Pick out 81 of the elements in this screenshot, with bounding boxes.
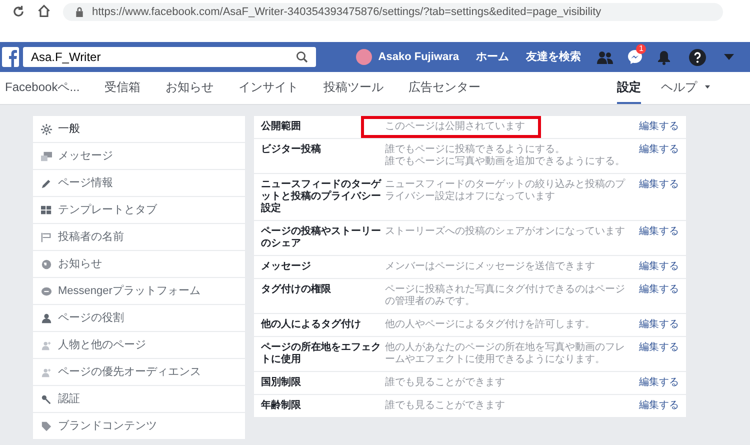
home-icon[interactable] [37,4,51,18]
edit-link[interactable]: 編集する [639,179,679,191]
help-dropdown[interactable]: ヘルプ [661,72,710,104]
edit-link[interactable]: 編集する [639,284,679,296]
edit-link[interactable]: 編集する [639,319,679,331]
setting-description: メンバーはページにメッセージを送信できます [385,261,596,273]
setting-label: ページの所在地をエフェクトに使用 [261,342,382,366]
key-icon [41,394,52,404]
setting-label: タグ付けの権限 [261,284,332,296]
setting-description: 他の人やページによるタグ付けを許可します。 [385,319,596,331]
address-bar[interactable]: https://www.facebook.com/AsaF_Writer-340354393475876/settings/?tab=settings&edited=page_visibility [63,3,723,21]
setting-description: 誰でも見ることができます [385,400,506,412]
bell-icon[interactable] [657,50,671,64]
setting-label: 国別制限 [261,377,302,389]
edit-link[interactable]: 編集する [639,121,679,133]
url-text: https://www.facebook.com/AsaF_Writer-340354393475876/settings/?tab=settings&edited=page_visibility [92,4,602,20]
messenger-icon[interactable] [627,49,643,65]
caret-icon[interactable] [705,85,710,89]
friends-icon[interactable] [597,50,613,64]
chat-bubble-icon [41,286,52,296]
nav-tab[interactable]: お知らせ [166,72,214,104]
setting-label: ニュースフィードのターゲットと投稿のプライバシー設定 [261,179,382,215]
setting-description: 誰でもページに写真や動画を追加できるようにする。 [385,156,626,168]
setting-description: 誰でもページに投稿できるようにする。 [385,144,566,156]
flag-icon [41,232,52,242]
setting-description: ニュースフィードのターゲットの絞り込みと投稿のプライバシー設定はオフになっています [385,179,626,203]
nav-tab[interactable]: 投稿ツール [324,72,384,104]
edit-link[interactable]: 編集する [639,226,679,238]
help-icon[interactable] [689,48,706,66]
setting-description: ページに投稿された写真にタグ付けできるのはページの管理者のみです。 [385,284,626,308]
setting-description: 誰でも見ることができます [385,377,506,389]
edit-link[interactable]: 編集する [639,342,679,354]
nav-link[interactable]: 友達を検索 [526,48,581,66]
person-icon [41,366,52,378]
edit-link[interactable]: 編集する [639,144,679,156]
sidebar-item[interactable]: ブランドコンテンツ [33,413,245,440]
setting-label: ビジター投稿 [261,144,322,156]
search-icon[interactable] [296,51,308,63]
edit-link[interactable]: 編集する [639,261,679,273]
setting-label: 他の人によるタグ付け [261,319,362,331]
gear-icon [41,124,52,134]
sidebar-item[interactable]: メッセージ [33,143,245,170]
facebook-logo[interactable] [2,47,19,67]
nav-link[interactable]: ホーム [476,48,509,66]
setting-description: このページは公開されています [385,121,526,133]
reload-icon[interactable] [12,5,25,18]
grid-icon [41,204,52,216]
edit-link[interactable]: 編集する [639,377,679,389]
setting-label: ページの投稿やストーリーのシェア [261,226,382,250]
nav-tab[interactable]: 受信箱 [104,72,141,104]
sidebar-item[interactable]: Messengerプラットフォーム [33,278,245,305]
nav-tab[interactable]: 設定 [617,72,641,104]
setting-label: メッセージ [261,261,312,273]
sidebar-item[interactable]: テンプレートとタブ [33,197,245,224]
sidebar-item[interactable]: ページの役割 [33,305,245,332]
nav-tab[interactable]: 広告センター [408,72,481,104]
setting-label: 公開範囲 [261,121,302,133]
sidebar-item[interactable]: お知らせ [33,251,245,278]
nav-tab[interactable]: インサイト [238,72,299,104]
setting-description: 他の人があなたのページの所在地を写真や動画のフレームやエフェクトに使用できるようになります。 [385,342,626,366]
sidebar-item[interactable]: 投稿者の名前 [33,224,245,251]
sidebar-item[interactable]: ページ情報 [33,170,245,197]
chat-icon [41,150,52,162]
setting-label: 年齢制限 [261,400,302,412]
avatar [356,49,372,65]
sidebar-item[interactable]: 認証 [33,386,245,413]
user-name-link[interactable]: Asako Fujiwara [378,48,459,66]
sidebar-item[interactable]: 人物と他のページ [33,332,245,359]
notification-badge: 1 [636,44,646,54]
sidebar-item[interactable]: ページの優先オーディエンス [33,359,245,386]
pencil-icon [41,178,52,188]
setting-description: ストーリーズへの投稿のシェアがオンになっています [385,226,626,238]
sidebar-item[interactable]: 一般 [33,116,245,143]
person-icon [41,312,52,324]
lock-icon [75,7,84,17]
search-input[interactable]: Asa.F_Writer [30,48,296,66]
edit-link[interactable]: 編集する [639,400,679,412]
person-icon [41,340,52,350]
search-field[interactable]: Asa.F_Writer [22,47,316,67]
tag-icon [41,420,52,432]
nav-tab[interactable]: Facebookペ... [5,72,80,104]
